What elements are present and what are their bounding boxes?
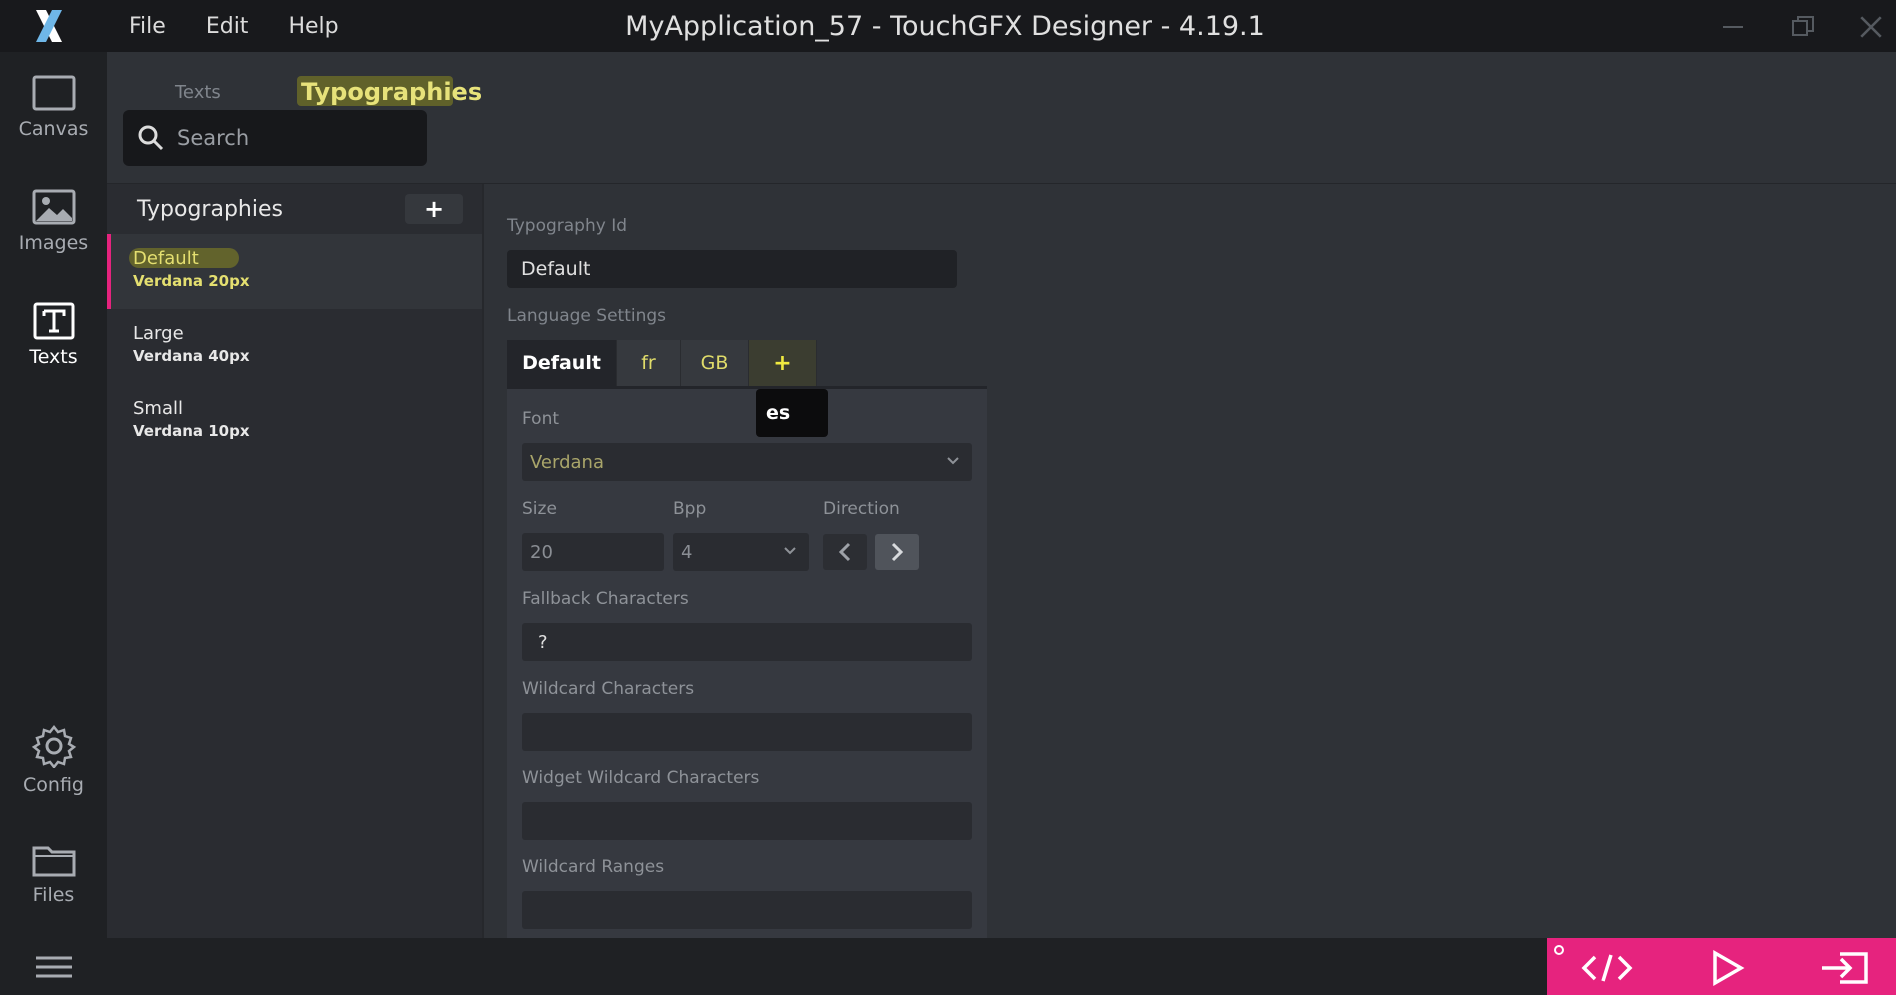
search-box [123,110,427,166]
wildcard-characters-label: Wildcard Characters [522,679,695,699]
fallback-characters-field[interactable]: ? [522,623,972,661]
sidebar-item-files[interactable]: Files [0,840,107,906]
sidebar-item-texts[interactable]: Texts [0,302,107,368]
size-label: Size [522,499,557,519]
hamburger-icon [35,956,72,977]
typography-detail-panel: Typography Id Default Language Settings … [484,184,1896,938]
typography-item-small[interactable]: Small Verdana 10px [107,384,483,459]
font-select[interactable]: Verdana [522,443,972,481]
add-language-button[interactable]: + [749,340,817,386]
typographies-list-panel: Typographies + Default Verdana 20px Larg… [107,184,483,938]
code-icon [1581,954,1633,982]
wildcard-characters-field[interactable] [522,713,972,751]
direction-ltr-button[interactable] [823,534,867,570]
wildcard-ranges-label: Wildcard Ranges [522,857,665,877]
language-tabs: Default fr GB + [507,340,987,390]
touchgfx-logo-icon [36,10,62,42]
sidebar-item-label: Images [18,232,89,254]
language-settings-label: Language Settings [507,306,667,326]
sidebar-item-label: Files [32,884,75,906]
typography-name: Default [133,248,199,269]
widget-wildcard-characters-label: Widget Wildcard Characters [522,768,760,788]
fallback-characters-label: Fallback Characters [522,589,689,609]
action-bar [1547,938,1896,995]
bpp-value: 4 [681,541,693,563]
sidebar-menu-button[interactable] [0,938,107,995]
folder-icon [32,846,75,877]
left-sidebar: Canvas Images Texts Config Files [0,52,107,995]
font-value: Verdana [530,451,604,473]
direction-label: Direction [823,499,900,519]
sidebar-item-label: Texts [29,346,78,368]
widget-wildcard-characters-field[interactable] [522,802,972,840]
lang-tab-fr[interactable]: fr [617,340,681,386]
sidebar-item-label: Config [23,774,84,796]
add-language-tooltip: es [756,389,828,437]
list-title: Typographies [137,196,283,222]
play-icon [1713,950,1745,986]
typography-name: Small [133,398,183,419]
menu-file[interactable]: File [129,14,166,39]
chevron-down-icon [947,457,959,465]
lang-tab-default[interactable]: Default [507,340,617,386]
sidebar-item-config[interactable]: Config [0,724,107,796]
status-dot-icon [1554,945,1564,955]
image-icon [32,189,75,225]
font-label: Font [522,409,560,429]
menu-help[interactable]: Help [288,14,338,39]
close-button[interactable] [1854,10,1888,44]
close-icon [1860,16,1882,38]
run-simulator-button[interactable] [1697,946,1757,990]
chevron-left-icon [838,542,851,562]
menu-edit[interactable]: Edit [206,14,249,39]
chevron-down-icon [784,547,796,555]
lang-tab-gb[interactable]: GB [681,340,749,386]
wildcard-ranges-field[interactable] [522,891,972,929]
typography-name: Large [133,323,184,344]
sidebar-item-images[interactable]: Images [0,188,107,254]
search-icon [138,125,164,151]
bpp-select[interactable]: 4 [673,533,809,571]
run-target-button[interactable] [1815,946,1875,990]
maximize-button[interactable] [1786,10,1820,44]
canvas-icon [32,75,75,111]
sidebar-item-canvas[interactable]: Canvas [0,74,107,140]
search-input[interactable] [177,126,407,150]
typography-id-label: Typography Id [507,216,628,236]
typography-details: Verdana 10px [133,422,250,440]
tab-typographies-label: Typographies [301,78,483,106]
list-header: Typographies + [107,184,483,234]
tab-typographies[interactable]: Typographies [297,70,483,114]
tab-texts[interactable]: Texts [175,70,221,114]
typography-item-default[interactable]: Default Verdana 20px [107,234,483,309]
typography-item-large[interactable]: Large Verdana 40px [107,309,483,384]
bpp-label: Bpp [673,499,707,519]
typography-id-field[interactable]: Default [507,250,957,288]
direction-rtl-button[interactable] [875,534,919,570]
title-bar: File Edit Help MyApplication_57 - TouchG… [0,0,1896,52]
run-target-icon [1822,952,1868,984]
texts-header: Texts Typographies [107,52,1896,184]
restore-icon [1792,16,1814,36]
gear-icon [31,724,76,768]
window-title: MyApplication_57 - TouchGFX Designer - 4… [625,10,1265,42]
add-typography-button[interactable]: + [405,194,463,224]
language-settings-box: Font Verdana Size 20 Bpp 4 Direction Fal… [507,389,987,938]
minimize-icon [1723,26,1743,28]
generate-code-button[interactable] [1577,946,1637,990]
text-icon [33,302,74,340]
menu-bar: File Edit Help [129,0,379,52]
sidebar-item-label: Canvas [18,118,89,140]
minimize-button[interactable] [1716,10,1750,44]
size-field[interactable]: 20 [522,533,664,571]
typography-details: Verdana 20px [133,272,250,290]
chevron-right-icon [891,542,904,562]
typography-details: Verdana 40px [133,347,250,365]
